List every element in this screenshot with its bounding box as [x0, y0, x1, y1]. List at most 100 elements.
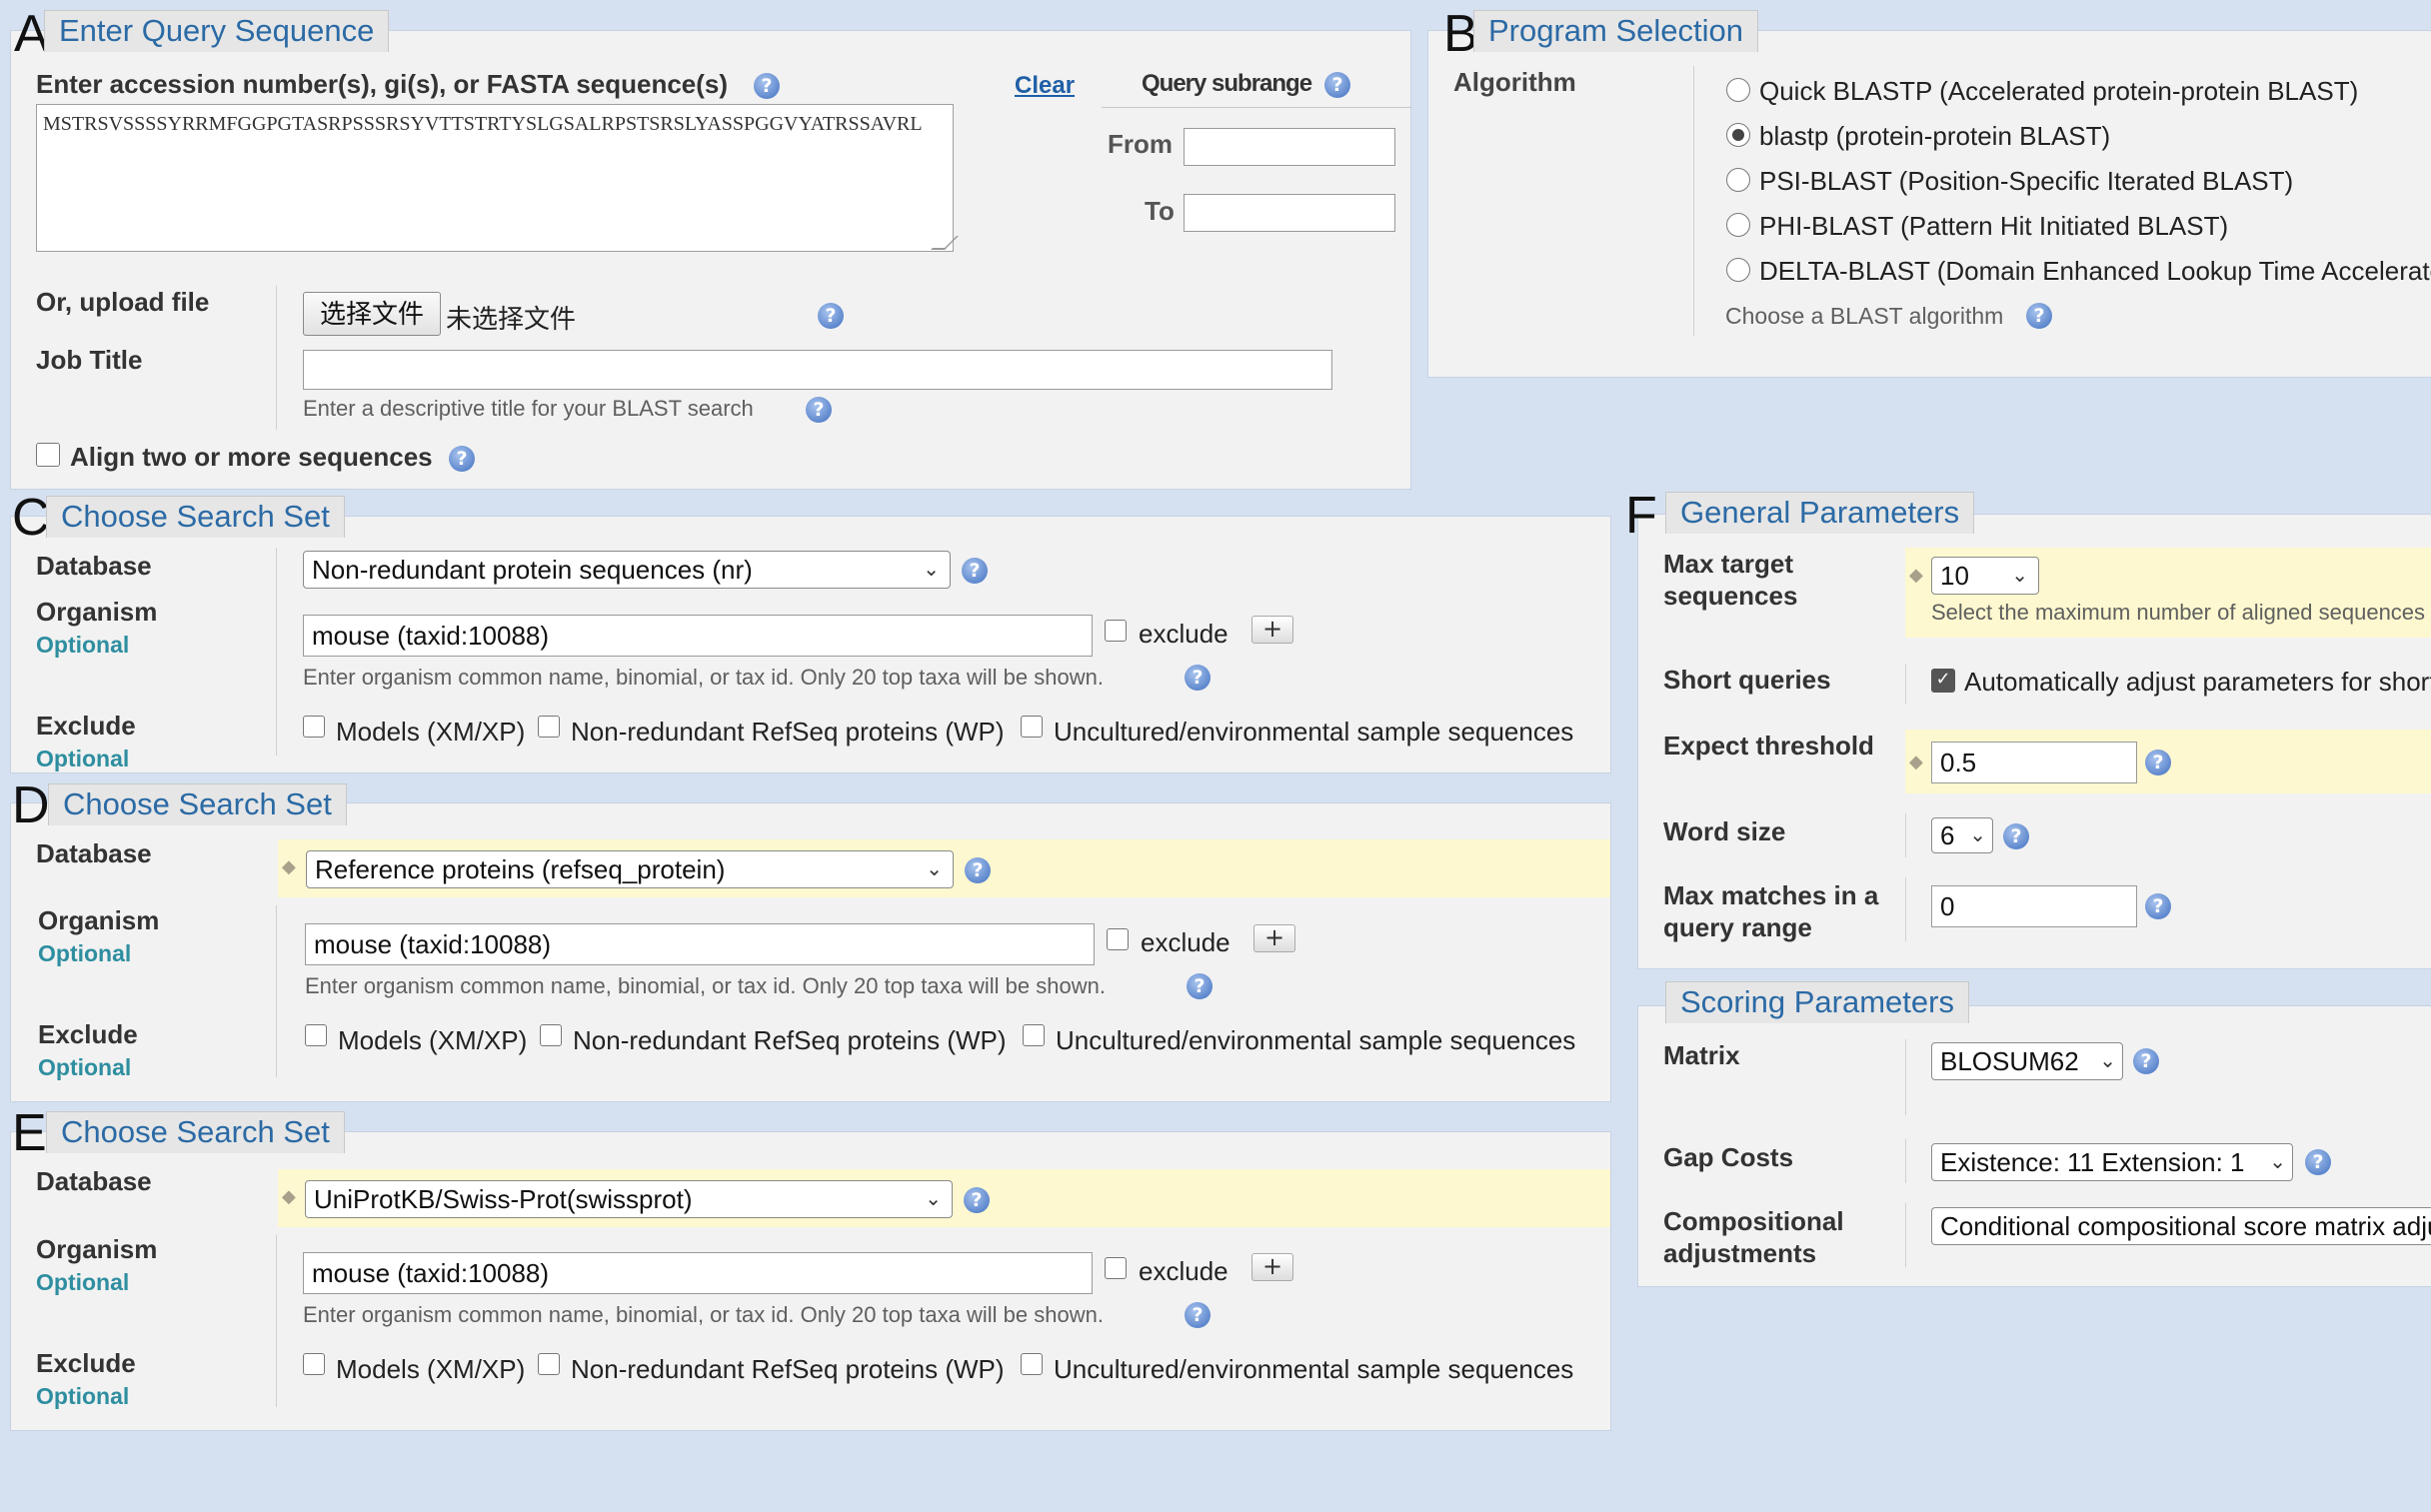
compositional-select[interactable]: Conditional compositional score matrix a…: [1931, 1207, 2431, 1245]
organism-hint: Enter organism common name, binomial, or…: [303, 665, 1104, 690]
gap-costs-value: Existence: 11 Extension: 1: [1940, 1147, 2245, 1177]
divider: [1905, 664, 1906, 704]
help-icon[interactable]: ?: [1187, 973, 1213, 999]
help-icon[interactable]: ?: [964, 1187, 990, 1213]
database-label: Database: [36, 838, 152, 868]
organism-input[interactable]: mouse (taxid:10088): [303, 615, 1093, 657]
help-icon[interactable]: ?: [2003, 823, 2029, 849]
chevron-down-icon: ⌄: [1969, 824, 1986, 846]
max-matches-input[interactable]: 0: [1931, 885, 2137, 927]
exclude-models-checkbox[interactable]: [305, 1024, 327, 1046]
algorithm-option-label[interactable]: DELTA-BLAST (Domain Enhanced Lookup Time…: [1759, 255, 2431, 287]
add-organism-button[interactable]: +: [1251, 616, 1293, 644]
clear-link[interactable]: Clear: [1015, 72, 1075, 100]
algorithm-option-label[interactable]: PHI-BLAST (Pattern Hit Initiated BLAST): [1759, 210, 2228, 242]
word-size-select[interactable]: 6 ⌄: [1931, 817, 1993, 853]
align-two-label: Align two or more sequences: [70, 442, 433, 472]
database-select[interactable]: Non-redundant protein sequences (nr) ⌄: [303, 551, 951, 589]
help-icon[interactable]: ?: [754, 73, 780, 99]
exclude-option-label: Non-redundant RefSeq proteins (WP): [571, 717, 1005, 747]
query-sequence-textarea[interactable]: MSTRSVSSSSYRRMFGGPGTASRPSSSRSYVTTSTRTYSL…: [36, 104, 954, 252]
help-icon[interactable]: ?: [2305, 1149, 2331, 1175]
divider: [1905, 877, 1906, 941]
align-two-checkbox[interactable]: [36, 443, 60, 467]
add-organism-button[interactable]: +: [1253, 924, 1295, 952]
algorithm-radio-psi-blast[interactable]: [1726, 168, 1750, 192]
max-matches-label: Max matches in a: [1663, 880, 1879, 910]
database-label: Database: [36, 551, 152, 581]
exclude-option-label: Models (XM/XP): [336, 717, 526, 747]
max-target-label-line2: sequences: [1663, 581, 1798, 611]
algorithm-option-label[interactable]: Quick BLASTP (Accelerated protein-protei…: [1759, 75, 2358, 107]
to-input[interactable]: [1184, 194, 1395, 232]
database-label: Database: [36, 1166, 152, 1196]
exclude-option-label: Models (XM/XP): [338, 1025, 528, 1055]
help-icon[interactable]: ?: [965, 857, 991, 883]
exclude-uncultured-checkbox[interactable]: [1023, 1024, 1045, 1046]
compositional-label-line2: adjustments: [1663, 1238, 1817, 1268]
help-icon[interactable]: ?: [2133, 1048, 2159, 1074]
algorithm-label: Algorithm: [1453, 67, 1576, 97]
help-icon[interactable]: ?: [806, 397, 832, 423]
organism-exclude-checkbox[interactable]: [1105, 620, 1127, 642]
database-select-value: UniProtKB/Swiss-Prot(swissprot): [314, 1184, 693, 1214]
exclude-models-checkbox[interactable]: [303, 716, 325, 738]
algorithm-option-label[interactable]: PSI-BLAST (Position-Specific Iterated BL…: [1759, 165, 2293, 197]
divider: [276, 286, 277, 430]
algorithm-radio-delta-blast[interactable]: [1726, 258, 1750, 282]
divider: [276, 905, 277, 1077]
organism-input[interactable]: mouse (taxid:10088): [305, 923, 1095, 965]
diamond-icon: ◆: [282, 856, 296, 877]
exclude-wp-checkbox[interactable]: [538, 716, 560, 738]
exclude-uncultured-checkbox[interactable]: [1021, 1353, 1043, 1375]
database-select-value: Reference proteins (refseq_protein): [315, 854, 726, 884]
exclude-wp-checkbox[interactable]: [538, 1353, 560, 1375]
diamond-icon: ◆: [1909, 565, 1923, 586]
panel-letter-f: F: [1625, 487, 1657, 545]
organism-exclude-checkbox[interactable]: [1105, 1257, 1127, 1279]
chevron-down-icon: ⌄: [2099, 1050, 2116, 1072]
exclude-wp-checkbox[interactable]: [540, 1024, 562, 1046]
job-title-input[interactable]: [303, 350, 1332, 390]
chevron-down-icon: ⌄: [2011, 565, 2028, 587]
algorithm-option-label[interactable]: blastp (protein-protein BLAST): [1759, 120, 2110, 152]
word-size-label: Word size: [1663, 816, 1786, 846]
to-label: To: [1145, 196, 1175, 226]
organism-label: Organism: [36, 597, 158, 627]
program-panel-title: Program Selection: [1473, 10, 1759, 52]
help-icon[interactable]: ?: [2145, 750, 2171, 775]
help-icon[interactable]: ?: [2026, 303, 2052, 329]
max-target-select[interactable]: 10 ⌄: [1931, 557, 2039, 595]
database-select[interactable]: UniProtKB/Swiss-Prot(swissprot) ⌄: [305, 1180, 953, 1218]
choose-file-button[interactable]: 选择文件: [303, 292, 441, 336]
short-queries-label: Short queries: [1663, 665, 1831, 695]
algorithm-radio-quick-blastp[interactable]: [1726, 78, 1750, 102]
add-organism-button[interactable]: +: [1251, 1253, 1293, 1281]
help-icon[interactable]: ?: [2145, 893, 2171, 919]
organism-hint: Enter organism common name, binomial, or…: [303, 1302, 1104, 1327]
diamond-icon: ◆: [282, 1186, 296, 1207]
from-input[interactable]: [1184, 128, 1395, 166]
help-icon[interactable]: ?: [1324, 72, 1350, 98]
search-set-title: Choose Search Set: [48, 783, 347, 825]
database-select-value: Non-redundant protein sequences (nr): [312, 555, 753, 585]
help-icon[interactable]: ?: [1185, 1302, 1211, 1328]
help-icon[interactable]: ?: [818, 303, 844, 329]
help-icon[interactable]: ?: [962, 558, 988, 584]
exclude-uncultured-checkbox[interactable]: [1021, 716, 1043, 738]
exclude-models-checkbox[interactable]: [303, 1353, 325, 1375]
matrix-select[interactable]: BLOSUM62 ⌄: [1931, 1042, 2123, 1080]
help-icon[interactable]: ?: [1185, 665, 1211, 691]
gap-costs-select[interactable]: Existence: 11 Extension: 1 ⌄: [1931, 1143, 2293, 1181]
help-icon[interactable]: ?: [449, 446, 475, 472]
algorithm-radio-blastp[interactable]: [1726, 123, 1750, 147]
no-file-text: 未选择文件: [446, 304, 577, 334]
accession-label: Enter accession number(s), gi(s), or FAS…: [36, 69, 729, 99]
organism-exclude-checkbox[interactable]: [1107, 928, 1129, 950]
algorithm-radio-phi-blast[interactable]: [1726, 213, 1750, 237]
expect-input[interactable]: 0.5: [1931, 742, 2137, 783]
organism-input[interactable]: mouse (taxid:10088): [303, 1252, 1093, 1294]
short-queries-checkbox[interactable]: ✓: [1931, 669, 1955, 693]
exclude-label: Exclude: [36, 1348, 136, 1378]
database-select[interactable]: Reference proteins (refseq_protein) ⌄: [306, 850, 954, 888]
